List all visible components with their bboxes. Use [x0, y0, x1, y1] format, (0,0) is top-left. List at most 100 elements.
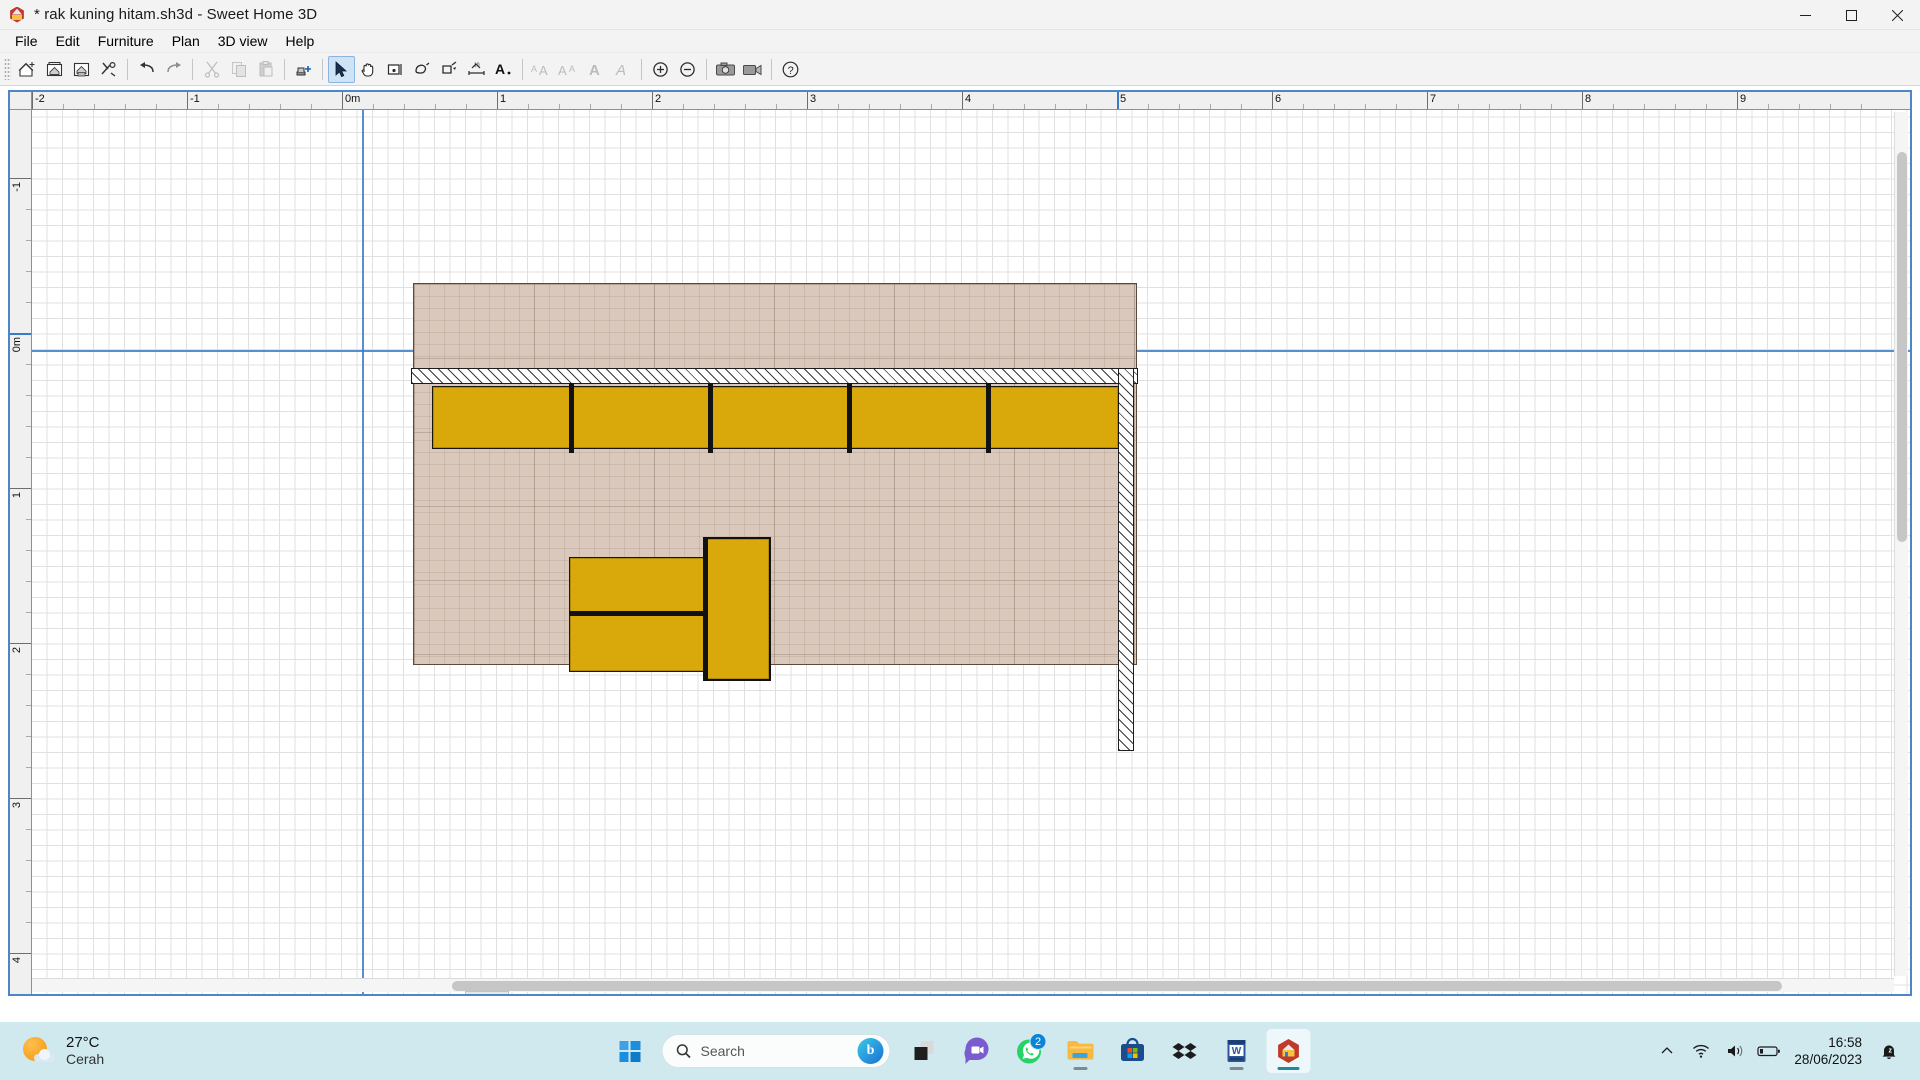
- teams-chat-button[interactable]: [955, 1029, 999, 1073]
- toolbar: 10 A A A A A A A ?: [0, 53, 1920, 86]
- split-pane-divider[interactable]: [465, 991, 509, 994]
- help-button[interactable]: ?: [777, 56, 804, 83]
- increase-text-size-button[interactable]: A A: [528, 56, 555, 83]
- shelf-top-divider-4: [986, 383, 991, 453]
- minimize-icon[interactable]: [1782, 0, 1828, 30]
- shelf-center-upper[interactable]: [569, 557, 705, 614]
- vertical-scrollbar[interactable]: [1894, 112, 1908, 976]
- wall-right[interactable]: [1118, 368, 1134, 751]
- bing-chat-icon[interactable]: b: [857, 1038, 884, 1064]
- vruler-label: 2: [11, 647, 23, 654]
- word-running-indicator: [1229, 1067, 1244, 1070]
- plan-axis-vertical: [362, 110, 364, 994]
- select-mode-button[interactable]: [328, 55, 355, 83]
- task-view-button[interactable]: [903, 1029, 947, 1073]
- menu-item-edit[interactable]: Edit: [47, 31, 89, 52]
- zoom-out-button[interactable]: [674, 56, 701, 83]
- plan-canvas[interactable]: [32, 110, 1910, 994]
- create-video-button[interactable]: [739, 56, 766, 83]
- preferences-button[interactable]: [95, 56, 122, 83]
- window-controls: [1782, 0, 1920, 30]
- title-bar: * rak kuning hitam.sh3d - Sweet Home 3D: [0, 0, 1920, 30]
- shelf-top-1[interactable]: [432, 386, 573, 449]
- speaker-volume-icon[interactable]: [1720, 1031, 1750, 1071]
- add-furniture-button[interactable]: [290, 56, 317, 83]
- battery-icon[interactable]: [1754, 1031, 1784, 1071]
- copy-button[interactable]: [225, 56, 252, 83]
- weather-widget[interactable]: 27°C Cerah: [22, 1034, 104, 1068]
- horizontal-ruler: -2 -1 0m 1 2 3 4 5 6 7 8 9: [10, 92, 1910, 110]
- vruler-label: 3: [11, 802, 23, 809]
- sweet-home-3d-button[interactable]: [1266, 1029, 1311, 1073]
- pan-mode-button[interactable]: [355, 56, 382, 83]
- microsoft-store-button[interactable]: [1111, 1029, 1155, 1073]
- decrease-text-size-button[interactable]: A A: [555, 56, 582, 83]
- svg-text:?: ?: [788, 65, 794, 77]
- menu-item-help[interactable]: Help: [277, 31, 324, 52]
- wall-top[interactable]: [411, 368, 1138, 384]
- new-home-button[interactable]: [14, 56, 41, 83]
- menu-item-furniture[interactable]: Furniture: [89, 31, 163, 52]
- create-photo-button[interactable]: [712, 56, 739, 83]
- shelf-top-3[interactable]: [710, 386, 851, 449]
- whatsapp-button[interactable]: 2: [1007, 1029, 1051, 1073]
- undo-button[interactable]: [133, 56, 160, 83]
- bell-do-not-disturb-icon[interactable]: z: [1874, 1031, 1904, 1071]
- toolbar-separator: [641, 58, 642, 80]
- shelf-top-5[interactable]: [988, 386, 1119, 449]
- shelf-top-divider-1: [569, 383, 574, 453]
- search-input[interactable]: Search b: [661, 1034, 891, 1068]
- chevron-up-icon[interactable]: [1652, 1031, 1682, 1071]
- create-polylines-button[interactable]: [436, 56, 463, 83]
- toolbar-grip[interactable]: [4, 58, 11, 80]
- redo-button[interactable]: [160, 56, 187, 83]
- cut-button[interactable]: [198, 56, 225, 83]
- shelf-center-lower[interactable]: [569, 614, 705, 672]
- vertical-scrollbar-thumb[interactable]: [1897, 152, 1907, 542]
- vertical-ruler: -1 0m 1 2 3 4: [10, 92, 32, 994]
- weather-condition: Cerah: [66, 1051, 105, 1067]
- save-button[interactable]: [68, 56, 95, 83]
- svg-text:10: 10: [474, 62, 480, 68]
- maximize-icon[interactable]: [1828, 0, 1874, 30]
- word-button[interactable]: W: [1215, 1029, 1259, 1073]
- toggle-italic-button[interactable]: A: [609, 56, 636, 83]
- shelf-top-2[interactable]: [571, 386, 712, 449]
- floor-room[interactable]: [413, 283, 1137, 665]
- shelf-top-4[interactable]: [849, 386, 990, 449]
- shelf-center-vertical[interactable]: [705, 537, 771, 681]
- svg-text:A: A: [589, 62, 600, 79]
- horizontal-scrollbar-thumb[interactable]: [452, 981, 1782, 991]
- toolbar-separator: [706, 58, 707, 80]
- open-button[interactable]: [41, 56, 68, 83]
- clock-time: 16:58: [1828, 1035, 1862, 1050]
- vruler-label: 0m: [11, 337, 23, 353]
- menu-item-plan[interactable]: Plan: [163, 31, 209, 52]
- start-button[interactable]: [608, 1029, 652, 1073]
- hruler-label: -2: [35, 93, 45, 105]
- file-explorer-button[interactable]: [1059, 1029, 1103, 1073]
- create-dimensions-button[interactable]: 10: [463, 56, 490, 83]
- wifi-icon[interactable]: [1686, 1031, 1716, 1071]
- clock[interactable]: 16:58 28/06/2023: [1794, 1034, 1862, 1068]
- close-icon[interactable]: [1874, 0, 1920, 30]
- hruler-label: 6: [1275, 93, 1282, 105]
- menu-item-3d-view[interactable]: 3D view: [209, 31, 277, 52]
- dropbox-button[interactable]: [1163, 1029, 1207, 1073]
- plan-view[interactable]: -2 -1 0m 1 2 3 4 5 6 7 8 9 -1 0m 1 2 3 4: [8, 90, 1912, 996]
- create-rooms-button[interactable]: [409, 56, 436, 83]
- search-placeholder: Search: [700, 1043, 745, 1059]
- create-walls-button[interactable]: [382, 56, 409, 83]
- zoom-in-button[interactable]: [647, 56, 674, 83]
- toolbar-separator: [771, 58, 772, 80]
- add-texts-button[interactable]: A: [490, 56, 517, 83]
- hruler-label: 7: [1430, 93, 1437, 105]
- svg-text:W: W: [1232, 1046, 1242, 1057]
- toggle-bold-button[interactable]: A: [582, 56, 609, 83]
- horizontal-scrollbar[interactable]: [32, 978, 1894, 992]
- window-title: * rak kuning hitam.sh3d - Sweet Home 3D: [34, 6, 318, 23]
- svg-text:A: A: [615, 62, 626, 79]
- menu-item-file[interactable]: File: [6, 31, 47, 52]
- paste-button[interactable]: [252, 56, 279, 83]
- hruler-label: 2: [655, 93, 662, 105]
